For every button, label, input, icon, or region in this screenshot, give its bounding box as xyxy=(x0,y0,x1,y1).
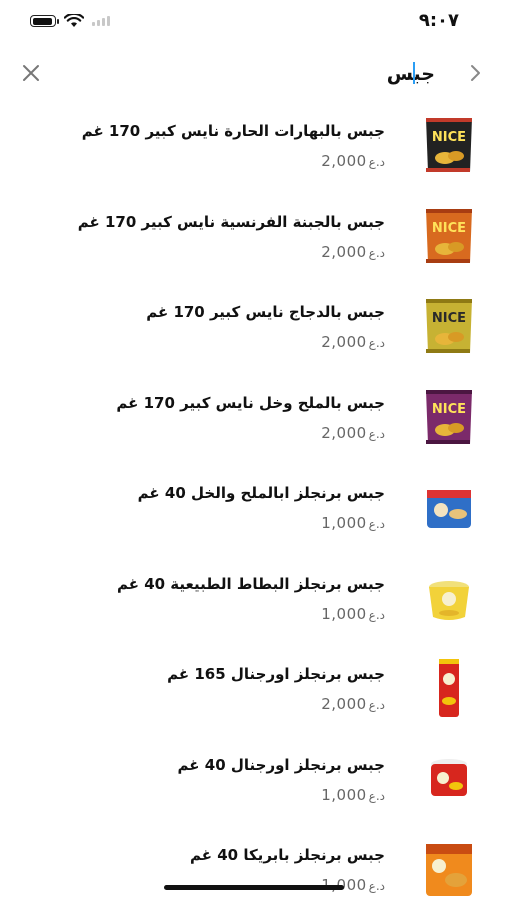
text-caret xyxy=(413,62,415,84)
product-image: NICE xyxy=(423,114,475,176)
product-price: 1,000 د.ع xyxy=(321,605,385,623)
result-item[interactable]: NICE جبس بالجبنة الفرنسية نايس كبير 170 … xyxy=(0,199,507,279)
result-item[interactable]: جبس برنجلز البطاط الطبيعية 40 غم 1,000 د.ع xyxy=(0,561,507,641)
close-icon[interactable] xyxy=(18,60,44,86)
product-price: 2,000 د.ع xyxy=(321,695,385,713)
product-image xyxy=(423,748,475,810)
price-amount: 1,000 xyxy=(321,604,367,623)
product-price: 2,000 د.ع xyxy=(321,424,385,442)
price-amount: 2,000 xyxy=(321,242,367,261)
product-price: 2,000 د.ع xyxy=(321,333,385,351)
product-price: 1,000 د.ع xyxy=(321,786,385,804)
price-amount: 2,000 xyxy=(321,152,367,170)
price-amount: 2,000 xyxy=(321,333,367,351)
price-currency: د.ع xyxy=(368,698,385,712)
product-image: NICE xyxy=(423,295,475,357)
price-amount: 1,000 xyxy=(321,514,367,532)
price-currency: د.ع xyxy=(368,245,385,260)
result-item[interactable]: جبس برنجلز ابالملح والخل 40 غم 1,000 د.ع xyxy=(0,470,507,550)
home-indicator xyxy=(164,885,344,890)
product-image xyxy=(423,838,475,900)
product-name: جبس برنجلز اورجنال 165 غم xyxy=(167,665,385,683)
result-item[interactable]: جبس برنجلز اورجنال 40 غم 1,000 د.ع xyxy=(0,742,507,822)
svg-text:NICE: NICE xyxy=(432,221,466,236)
wifi-icon xyxy=(64,14,84,27)
product-name: جبس بالدجاج نايس كبير 170 غم xyxy=(146,303,385,321)
result-item[interactable]: NICE جبس بالدجاج نايس كبير 170 غم 2,000 د.… xyxy=(0,289,507,369)
price-currency: د.ع xyxy=(368,336,385,350)
product-price: 2,000 د.ع xyxy=(321,243,385,261)
price-currency: د.ع xyxy=(368,517,385,531)
search-input[interactable] xyxy=(133,58,437,90)
cellular-signal-icon xyxy=(92,16,110,26)
battery-icon xyxy=(30,15,59,27)
status-time: ٩:٠٧ xyxy=(418,10,459,31)
price-currency: د.ع xyxy=(368,788,385,803)
product-name: جبس بالجبنة الفرنسية نايس كبير 170 غم xyxy=(77,212,385,231)
status-icons xyxy=(30,14,110,28)
chevron-right-icon[interactable] xyxy=(463,61,487,85)
product-name: جبس بالملح وخل نايس كبير 170 غم xyxy=(116,393,385,412)
product-name: جبس بالبهارات الحارة نايس كبير 170 غم xyxy=(81,122,385,140)
product-name: جبس برنجلز ابالملح والخل 40 غم xyxy=(137,484,385,502)
price-currency: د.ع xyxy=(368,607,385,622)
result-item[interactable]: جبس برنجلز اورجنال 165 غم 2,000 د.ع xyxy=(0,651,507,731)
product-image xyxy=(423,476,475,538)
price-currency: د.ع xyxy=(368,155,385,169)
product-image xyxy=(423,657,475,719)
price-amount: 2,000 xyxy=(321,423,367,442)
product-price: 1,000 د.ع xyxy=(321,514,385,532)
product-name: جبس برنجلز بابريكا 40 غم xyxy=(190,846,385,864)
price-currency: د.ع xyxy=(368,426,385,441)
product-image: NICE xyxy=(423,386,475,448)
result-item[interactable]: NICE جبس بالبهارات الحارة نايس كبير 170 … xyxy=(0,108,507,188)
price-currency: د.ع xyxy=(368,879,385,893)
search-bar xyxy=(0,54,507,94)
svg-text:NICE: NICE xyxy=(432,311,466,326)
product-name: جبس برنجلز اورجنال 40 غم xyxy=(177,755,385,774)
price-amount: 2,000 xyxy=(321,695,367,713)
result-item[interactable]: جبس برنجلز بابريكا 40 غم 1,000 د.ع xyxy=(0,832,507,912)
status-bar: ٩:٠٧ xyxy=(0,0,507,44)
price-amount: 1,000 xyxy=(321,785,367,804)
svg-text:NICE: NICE xyxy=(432,402,466,417)
product-price: 2,000 د.ع xyxy=(321,152,385,170)
result-item[interactable]: NICE جبس بالملح وخل نايس كبير 170 غم 2,00… xyxy=(0,380,507,460)
svg-text:NICE: NICE xyxy=(432,130,466,145)
product-name: جبس برنجلز البطاط الطبيعية 40 غم xyxy=(116,574,385,593)
product-image xyxy=(423,567,475,629)
product-image: NICE xyxy=(423,205,475,267)
